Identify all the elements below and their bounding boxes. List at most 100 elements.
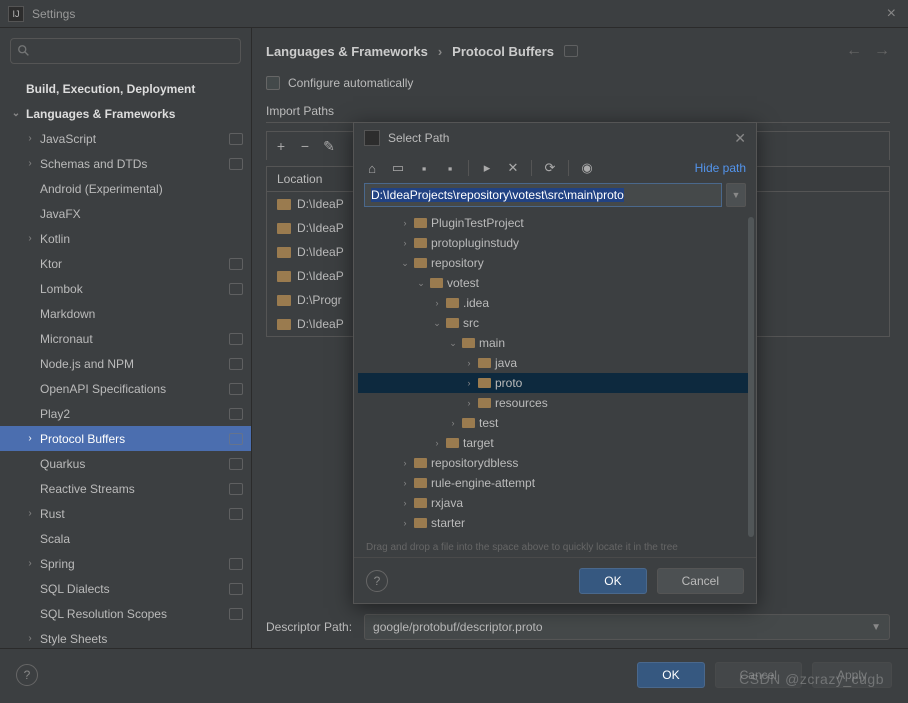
close-icon[interactable]: × bbox=[883, 5, 900, 23]
help-button[interactable]: ? bbox=[366, 570, 388, 592]
folder-icon bbox=[277, 199, 291, 210]
file-tree-item[interactable]: ›proto bbox=[358, 373, 752, 393]
search-box[interactable] bbox=[10, 38, 241, 64]
sidebar-item[interactable]: ›Style Sheets bbox=[0, 626, 251, 648]
file-tree-item[interactable]: ›test bbox=[358, 413, 752, 433]
chevron-icon: › bbox=[400, 238, 410, 248]
configure-auto-row[interactable]: Configure automatically bbox=[266, 76, 890, 90]
path-input[interactable]: D:\IdeaProjects\repository\votest\src\ma… bbox=[364, 183, 722, 207]
sidebar-item[interactable]: ›Spring bbox=[0, 551, 251, 576]
search-icon bbox=[17, 44, 31, 58]
bottom-bar: ? OK Cancel Apply bbox=[0, 648, 908, 700]
file-tree-item[interactable]: ⌄repository bbox=[358, 253, 752, 273]
scope-tag-icon bbox=[229, 333, 243, 345]
search-input[interactable] bbox=[37, 44, 234, 59]
chevron-icon: › bbox=[432, 298, 442, 308]
file-tree-item[interactable]: ⌄main bbox=[358, 333, 752, 353]
close-icon[interactable]: ✕ bbox=[734, 130, 746, 147]
help-button[interactable]: ? bbox=[16, 664, 38, 686]
checkbox-icon[interactable] bbox=[266, 76, 280, 90]
breadcrumb-parent[interactable]: Languages & Frameworks bbox=[266, 44, 428, 59]
apply-button[interactable]: Apply bbox=[812, 662, 892, 688]
sidebar-item[interactable]: SQL Dialects bbox=[0, 576, 251, 601]
desktop-icon[interactable]: ▭ bbox=[390, 160, 406, 176]
sidebar-item[interactable]: Ktor bbox=[0, 251, 251, 276]
chevron-icon: › bbox=[432, 438, 442, 448]
module-icon[interactable]: ▪ bbox=[442, 160, 458, 176]
sidebar-item[interactable]: Node.js and NPM bbox=[0, 351, 251, 376]
chevron-down-icon[interactable]: ▼ bbox=[871, 622, 881, 633]
sidebar-item[interactable]: Micronaut bbox=[0, 326, 251, 351]
hide-path-link[interactable]: Hide path bbox=[695, 161, 746, 175]
chevron-icon: ⌄ bbox=[10, 108, 22, 119]
scrollbar[interactable] bbox=[748, 217, 754, 537]
file-tree-item[interactable]: ⌄src bbox=[358, 313, 752, 333]
sidebar-item[interactable]: Android (Experimental) bbox=[0, 176, 251, 201]
sidebar-item-label: Build, Execution, Deployment bbox=[26, 82, 243, 96]
sidebar-item[interactable]: ›Schemas and DTDs bbox=[0, 151, 251, 176]
sidebar-item[interactable]: Reactive Streams bbox=[0, 476, 251, 501]
file-tree-item[interactable]: › java bbox=[358, 353, 752, 373]
edit-button[interactable]: ✎ bbox=[319, 136, 339, 156]
file-tree-item[interactable]: ›protopluginstudy bbox=[358, 233, 752, 253]
file-tree-item[interactable]: ›PluginTestProject bbox=[358, 213, 752, 233]
scope-tag-icon bbox=[229, 158, 243, 170]
cancel-button[interactable]: Cancel bbox=[715, 662, 802, 688]
sidebar-item[interactable]: ›Rust bbox=[0, 501, 251, 526]
settings-tree: Build, Execution, Deployment ⌄Languages &… bbox=[0, 74, 251, 648]
sidebar-item[interactable]: ›JavaScript bbox=[0, 126, 251, 151]
refresh-icon[interactable]: ⟳ bbox=[542, 160, 558, 176]
file-tree-label: java bbox=[495, 356, 517, 370]
sidebar-item-label: Kotlin bbox=[40, 232, 243, 246]
file-tree-item[interactable]: ›TwentvThousandAMonth bbox=[358, 533, 752, 538]
remove-button[interactable]: − bbox=[295, 136, 315, 156]
chevron-icon: › bbox=[24, 508, 36, 519]
sidebar-item[interactable]: ›Kotlin bbox=[0, 226, 251, 251]
file-tree-item[interactable]: ›resources bbox=[358, 393, 752, 413]
chevron-icon: › bbox=[464, 358, 474, 368]
home-icon[interactable]: ⌂ bbox=[364, 160, 380, 176]
sidebar-item[interactable]: JavaFX bbox=[0, 201, 251, 226]
show-hidden-icon[interactable]: ◉ bbox=[579, 160, 595, 176]
folder-icon bbox=[277, 223, 291, 234]
descriptor-path-label: Descriptor Path: bbox=[266, 620, 352, 634]
add-button[interactable]: + bbox=[271, 136, 291, 156]
file-tree-item[interactable]: ›target bbox=[358, 433, 752, 453]
sidebar-item[interactable]: ›Protocol Buffers bbox=[0, 426, 251, 451]
forward-icon[interactable]: → bbox=[874, 42, 890, 60]
file-tree-item[interactable]: ›repositorydbless bbox=[358, 453, 752, 473]
sidebar-item-label: Android (Experimental) bbox=[40, 182, 243, 196]
file-tree-item[interactable]: ›rxjava bbox=[358, 493, 752, 513]
sidebar-item-label: Node.js and NPM bbox=[40, 357, 229, 371]
dialog-cancel-button[interactable]: Cancel bbox=[657, 568, 744, 594]
breadcrumb: Languages & Frameworks › Protocol Buffer… bbox=[266, 42, 890, 60]
scope-tag-icon bbox=[229, 508, 243, 520]
descriptor-path-input[interactable]: google/protobuf/descriptor.proto ▼ bbox=[364, 614, 890, 640]
sidebar-item[interactable]: Scala bbox=[0, 526, 251, 551]
sidebar-item[interactable]: Markdown bbox=[0, 301, 251, 326]
file-tree-item[interactable]: ›starter bbox=[358, 513, 752, 533]
file-tree-item[interactable]: ›.idea bbox=[358, 293, 752, 313]
ok-button[interactable]: OK bbox=[637, 662, 704, 688]
back-icon[interactable]: ← bbox=[846, 42, 862, 60]
file-tree-item[interactable]: ›rule-engine-attempt bbox=[358, 473, 752, 493]
history-dropdown-icon[interactable]: ▼ bbox=[726, 183, 746, 207]
sidebar-item[interactable]: ⌄Languages & Frameworks bbox=[0, 101, 251, 126]
scope-tag-icon bbox=[564, 45, 578, 57]
titlebar: IJ Settings × bbox=[0, 0, 908, 28]
sidebar-item[interactable]: Play2 bbox=[0, 401, 251, 426]
chevron-icon: › bbox=[400, 458, 410, 468]
sidebar-item[interactable]: Quarkus bbox=[0, 451, 251, 476]
breadcrumb-current: Protocol Buffers bbox=[452, 44, 554, 59]
file-tree-item[interactable]: ⌄votest bbox=[358, 273, 752, 293]
sidebar-item[interactable]: Lombok bbox=[0, 276, 251, 301]
delete-icon[interactable]: ✕ bbox=[505, 160, 521, 176]
sidebar-item[interactable]: Build, Execution, Deployment bbox=[0, 76, 251, 101]
file-tree[interactable]: ›PluginTestProject›protopluginstudy⌄repo… bbox=[354, 213, 756, 538]
sidebar-item[interactable]: SQL Resolution Scopes bbox=[0, 601, 251, 626]
folder-icon bbox=[462, 338, 475, 348]
new-folder-icon[interactable]: ▸ bbox=[479, 160, 495, 176]
sidebar-item[interactable]: OpenAPI Specifications bbox=[0, 376, 251, 401]
project-icon[interactable]: ▪ bbox=[416, 160, 432, 176]
dialog-ok-button[interactable]: OK bbox=[579, 568, 646, 594]
